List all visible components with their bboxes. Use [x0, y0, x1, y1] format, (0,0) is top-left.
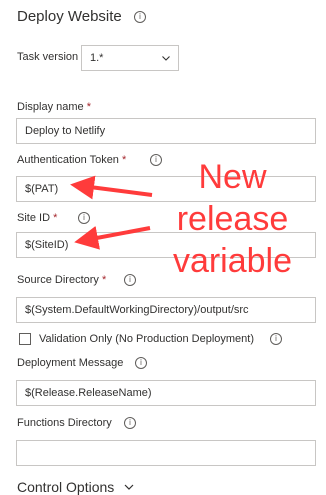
arrow-to-site-id	[74, 225, 151, 250]
arrow-to-auth-token	[70, 175, 153, 200]
annotation-arrows	[70, 175, 153, 250]
